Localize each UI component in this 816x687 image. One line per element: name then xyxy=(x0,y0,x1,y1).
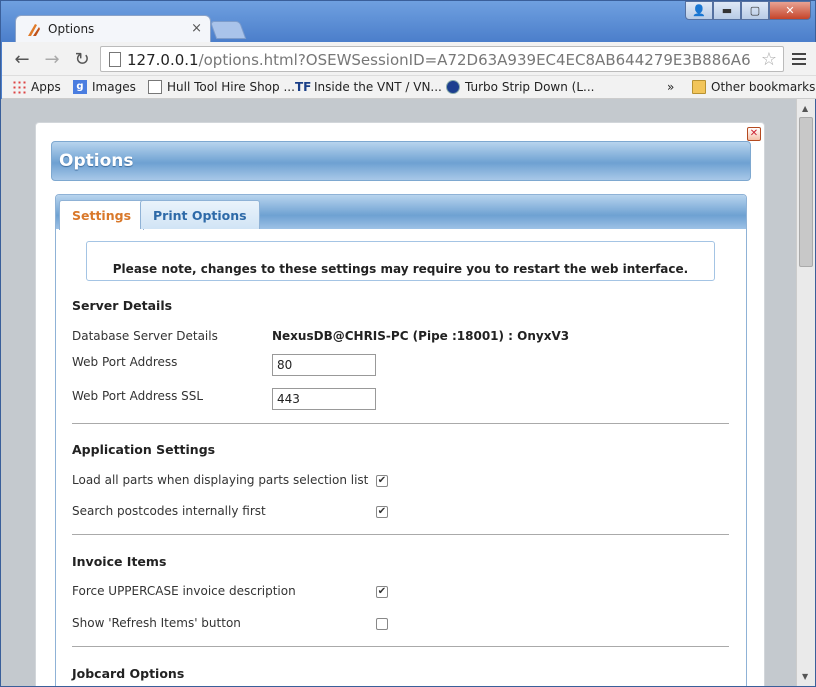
tf-icon: TF xyxy=(295,80,312,94)
tab-print-options[interactable]: Print Options xyxy=(140,200,260,229)
close-window-button[interactable]: ✕ xyxy=(769,1,811,20)
section-title-invoice: Invoice Items xyxy=(72,554,167,569)
page-icon xyxy=(148,80,162,94)
google-icon: g xyxy=(73,80,87,94)
bookmark-label: Inside the VNT / VN... xyxy=(314,80,442,94)
dialog-title-bar: Options xyxy=(51,141,751,181)
window-controls: 👤 ▬ ▢ ✕ xyxy=(685,1,811,21)
address-bar[interactable]: 127.0.0.1/options.html?OSEWSessionID=A72… xyxy=(100,46,784,72)
maximize-button[interactable]: ▢ xyxy=(741,1,769,20)
section-title-application: Application Settings xyxy=(72,442,216,457)
restart-notice: Please note, changes to these settings m… xyxy=(86,241,715,281)
dialog-title: Options xyxy=(59,151,134,171)
back-button[interactable]: ← xyxy=(10,48,34,70)
bookmarks-bar: Apps g Images Hull Tool Hire Shop ... TF… xyxy=(2,76,816,99)
bookmark-inside-vnt[interactable]: TF Inside the VNT / VN... xyxy=(295,80,442,94)
url-host: 127.0.0.1 xyxy=(127,51,199,69)
menu-icon[interactable] xyxy=(792,53,806,65)
section-title-server: Server Details xyxy=(72,298,173,313)
page-icon xyxy=(109,52,121,67)
web-port-ssl-label: Web Port Address SSL xyxy=(72,389,204,403)
refresh-items-label: Show 'Refresh Items' button xyxy=(72,616,241,630)
bookmark-images[interactable]: g Images xyxy=(73,80,136,94)
scrollbar-thumb[interactable] xyxy=(799,117,813,267)
bookmark-label: Apps xyxy=(31,80,61,94)
section-divider xyxy=(72,423,729,424)
bookmark-label: Hull Tool Hire Shop ... xyxy=(167,80,295,94)
url-text[interactable]: 127.0.0.1/options.html?OSEWSessionID=A72… xyxy=(127,51,751,69)
tab-strip: Options × 👤 ▬ ▢ ✕ xyxy=(1,1,816,43)
folder-icon xyxy=(692,80,706,94)
force-uppercase-checkbox[interactable]: ✔ xyxy=(376,586,388,598)
section-title-jobcard: Jobcard Options xyxy=(72,666,185,681)
minimize-button[interactable]: ▬ xyxy=(713,1,741,20)
page-scrollbar[interactable]: ▲ ▼ xyxy=(796,99,815,686)
page-viewport: ✕ Options Settings Print Options Please … xyxy=(1,99,796,686)
url-path: /options.html?OSEWSessionID=A72D63A939EC… xyxy=(198,51,751,69)
bookmark-hull-tool-hire[interactable]: Hull Tool Hire Shop ... xyxy=(148,80,295,94)
bookmark-turbo-strip-down[interactable]: Turbo Strip Down (L... xyxy=(446,80,594,94)
db-server-label: Database Server Details xyxy=(72,329,218,343)
refresh-items-checkbox[interactable] xyxy=(376,618,388,630)
browser-tab-options[interactable]: Options × xyxy=(15,15,211,43)
bookmark-label: Turbo Strip Down (L... xyxy=(465,80,595,94)
tab-settings[interactable]: Settings xyxy=(59,200,145,230)
options-dialog: ✕ Options Settings Print Options Please … xyxy=(35,122,765,686)
tab-close-icon[interactable]: × xyxy=(191,21,202,36)
web-port-ssl-input[interactable] xyxy=(272,388,376,410)
force-uppercase-label: Force UPPERCASE invoice description xyxy=(72,584,296,598)
browser-toolbar: ← → ↻ 127.0.0.1/options.html?OSEWSession… xyxy=(2,42,816,76)
scroll-up-icon[interactable]: ▲ xyxy=(802,104,808,113)
app-logo-icon xyxy=(28,24,40,36)
web-port-input[interactable] xyxy=(272,354,376,376)
web-port-label: Web Port Address xyxy=(72,355,178,369)
reload-button[interactable]: ↻ xyxy=(70,48,94,70)
apps-grid-icon xyxy=(12,80,26,94)
bookmark-label: Other bookmarks xyxy=(711,80,816,94)
search-postcodes-label: Search postcodes internally first xyxy=(72,504,266,518)
section-divider xyxy=(72,534,729,535)
scroll-down-icon[interactable]: ▼ xyxy=(802,672,808,681)
other-bookmarks[interactable]: Other bookmarks xyxy=(692,80,815,94)
bookmark-label: Images xyxy=(92,80,136,94)
dialog-close-icon[interactable]: ✕ xyxy=(747,127,761,141)
load-parts-label: Load all parts when displaying parts sel… xyxy=(72,473,369,487)
browser-tab-title: Options xyxy=(48,22,95,36)
bookmarks-overflow-button[interactable]: » xyxy=(667,80,674,94)
profile-button[interactable]: 👤 xyxy=(685,1,713,20)
tabs-panel: Settings Print Options Please note, chan… xyxy=(55,194,747,686)
forward-button[interactable]: → xyxy=(40,48,64,70)
ford-icon xyxy=(446,80,460,94)
bookmark-star-icon[interactable]: ☆ xyxy=(761,49,777,70)
load-parts-checkbox[interactable]: ✔ xyxy=(376,475,388,487)
db-server-value: NexusDB@CHRIS-PC (Pipe :18001) : OnyxV3 xyxy=(272,329,570,343)
section-divider xyxy=(72,646,729,647)
tabs-header: Settings Print Options xyxy=(56,195,746,230)
new-tab-button[interactable] xyxy=(209,21,247,39)
bookmark-apps[interactable]: Apps xyxy=(12,80,61,94)
search-postcodes-checkbox[interactable]: ✔ xyxy=(376,506,388,518)
